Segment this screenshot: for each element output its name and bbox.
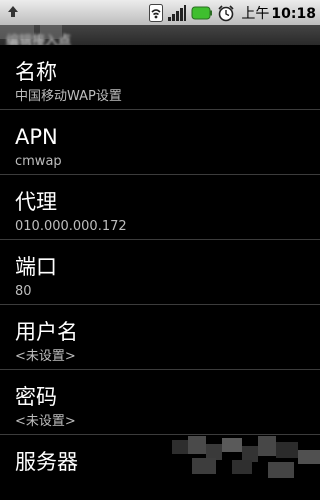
cell-signal-icon bbox=[167, 4, 187, 22]
clock-time: 10:18 bbox=[271, 5, 316, 22]
setting-value: 中国移动WAP设置 bbox=[15, 89, 122, 104]
wifi-signal-icon bbox=[149, 3, 164, 22]
setting-port[interactable]: 端口 80 bbox=[0, 240, 320, 305]
setting-label: 端口 bbox=[15, 255, 57, 279]
battery-icon bbox=[191, 4, 213, 22]
setting-label: 用户名 bbox=[15, 320, 78, 344]
title-bar: 编辑接入点 bbox=[0, 25, 320, 45]
setting-label: 密码 bbox=[15, 385, 57, 409]
setting-apn[interactable]: APN cmwap bbox=[0, 110, 320, 175]
setting-value: 80 bbox=[15, 284, 32, 299]
setting-label: APN bbox=[15, 125, 58, 149]
setting-label: 代理 bbox=[15, 190, 57, 214]
setting-value: <未设置> bbox=[15, 349, 76, 364]
status-bar: 上午 10:18 bbox=[0, 0, 320, 25]
setting-password[interactable]: 密码 <未设置> bbox=[0, 370, 320, 435]
upload-icon bbox=[6, 4, 20, 18]
setting-value: cmwap bbox=[15, 154, 62, 169]
setting-value: <未设置> bbox=[15, 414, 76, 429]
clock-ampm: 上午 bbox=[241, 5, 270, 22]
setting-proxy[interactable]: 代理 010.000.000.172 bbox=[0, 175, 320, 240]
setting-value: 010.000.000.172 bbox=[15, 219, 127, 234]
setting-label: 名称 bbox=[15, 60, 57, 84]
setting-label: 服务器 bbox=[15, 450, 78, 474]
alarm-clock-icon bbox=[217, 4, 235, 22]
status-clock: 上午 10:18 bbox=[241, 3, 316, 23]
apn-settings-list: 名称 中国移动WAP设置 APN cmwap 代理 010.000.000.17… bbox=[0, 45, 320, 500]
setting-username[interactable]: 用户名 <未设置> bbox=[0, 305, 320, 370]
setting-name[interactable]: 名称 中国移动WAP设置 bbox=[0, 45, 320, 110]
watermark-mosaic bbox=[172, 436, 320, 480]
